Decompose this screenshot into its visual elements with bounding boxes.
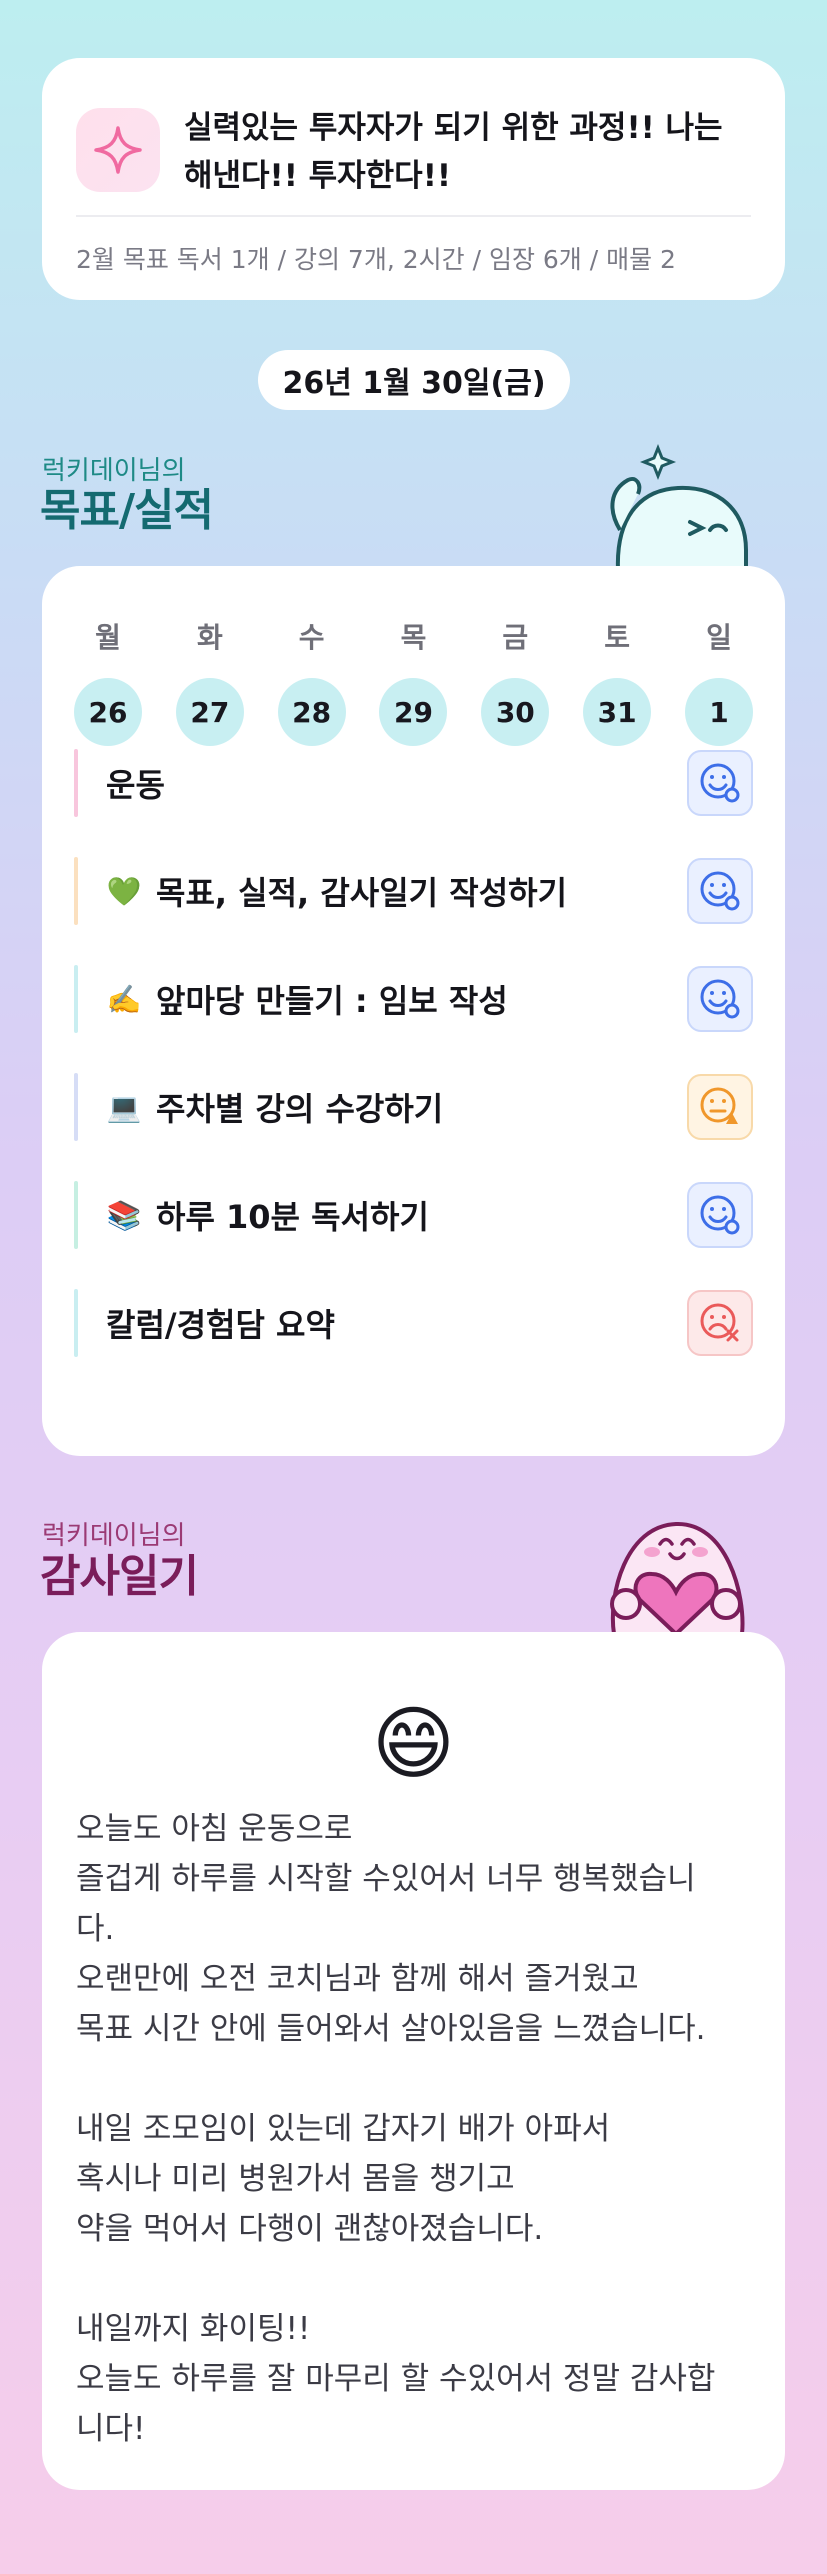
task-label: 운동 [106, 766, 165, 804]
task-label: 주차별 강의 수강하기 [156, 1090, 444, 1128]
goal-text: 실력있는 투자자가 되기 위한 과정!! 나는 해낸다!! 투자한다!! [184, 110, 723, 194]
task-color-bar [74, 857, 78, 925]
task-item[interactable]: 💻 주차별 강의 수강하기 [74, 1072, 753, 1142]
task-item[interactable]: 💚 목표, 실적, 감사일기 작성하기 [74, 856, 753, 926]
task-item[interactable]: ✍️ 앞마당 만들기 : 임보 작성 [74, 964, 753, 1034]
task-color-bar [74, 749, 78, 817]
date-number[interactable]: 29 [379, 678, 448, 746]
goals-card: 월 26 화 27 수 28 목 29 금 30 토 31 일1 운동 💚 목표, 실적, … [42, 566, 785, 1456]
date-number[interactable]: 27 [175, 678, 244, 746]
day-column[interactable]: 월 26 [74, 618, 142, 746]
week-calendar: 월 26 화 27 수 28 목 29 금 30 토 31 일1 [74, 618, 753, 746]
date-number[interactable]: 31 [583, 678, 652, 746]
mascot-ghost-illustration [598, 440, 758, 574]
task-label: 목표, 실적, 감사일기 작성하기 [156, 874, 568, 912]
smiling-face-icon: 😄 [371, 1697, 456, 1790]
date-number[interactable]: 26 [74, 678, 142, 746]
status-good-icon[interactable] [687, 966, 753, 1032]
sparkle-icon [76, 108, 160, 192]
books-icon: 📚 [106, 1198, 142, 1232]
day-column[interactable]: 토 31 [583, 618, 652, 746]
task-label: 앞마당 만들기 : 임보 작성 [156, 982, 508, 1020]
divider [76, 215, 751, 217]
weekday-label: 월 [95, 621, 121, 654]
task-color-bar [74, 1289, 78, 1357]
weekday-label: 수 [298, 621, 325, 654]
gratitude-diary-card: 😄 오늘도 아침 운동으로 즐겁게 하루를 시작할 수있어서 너무 행복했습니 … [42, 1632, 785, 2490]
goal-card: 실력있는 투자자가 되기 위한 과정!! 나는 해낸다!! 투자한다!! 2월 … [42, 58, 785, 300]
day-column[interactable]: 일1 [684, 618, 753, 746]
status-bad-icon[interactable] [687, 1290, 753, 1356]
laptop-icon: 💻 [106, 1090, 142, 1124]
green-heart-icon: 💚 [106, 874, 142, 908]
task-item[interactable]: 운동 [74, 748, 753, 818]
task-item[interactable]: 칼럼/경험담 요약 [74, 1288, 753, 1358]
task-label: 칼럼/경험담 요약 [106, 1306, 335, 1344]
mascot-heart-illustration [596, 1504, 756, 1638]
date-number[interactable]: 30 [481, 678, 550, 746]
goals-section-title: 목표/실적 [40, 485, 214, 536]
date-selector[interactable]: 26년 1월 30일(금) [258, 350, 570, 410]
task-item[interactable]: 📚 하루 10분 독서하기 [74, 1180, 753, 1250]
date-number[interactable]: 1 [684, 678, 753, 746]
status-good-icon[interactable] [687, 1182, 753, 1248]
weekday-label: 일 [706, 621, 732, 654]
day-column[interactable]: 화 27 [175, 618, 244, 746]
day-column[interactable]: 금 30 [481, 618, 550, 746]
day-column[interactable]: 목 29 [379, 618, 448, 746]
weekday-label: 목 [400, 621, 427, 654]
task-label: 하루 10분 독서하기 [156, 1198, 429, 1236]
status-warning-icon[interactable] [687, 1074, 753, 1140]
diary-text: 오늘도 아침 운동으로 즐겁게 하루를 시작할 수있어서 너무 행복했습니 다.… [76, 1811, 716, 2447]
day-column[interactable]: 수 28 [277, 618, 346, 746]
diary-section-title: 감사일기 [40, 1551, 199, 1602]
task-color-bar [74, 1181, 78, 1249]
task-color-bar [74, 965, 78, 1033]
status-good-icon[interactable] [687, 750, 753, 816]
weekday-label: 금 [502, 621, 529, 654]
weekday-label: 토 [604, 621, 631, 654]
task-color-bar [74, 1073, 78, 1141]
status-good-icon[interactable] [687, 858, 753, 924]
writing-hand-icon: ✍️ [106, 982, 142, 1016]
date-number[interactable]: 28 [277, 678, 346, 746]
weekday-label: 화 [196, 621, 223, 654]
goal-subtitle: 2월 목표 독서 1개 / 강의 7개, 2시간 / 임장 6개 / 매물 2 [76, 245, 676, 274]
